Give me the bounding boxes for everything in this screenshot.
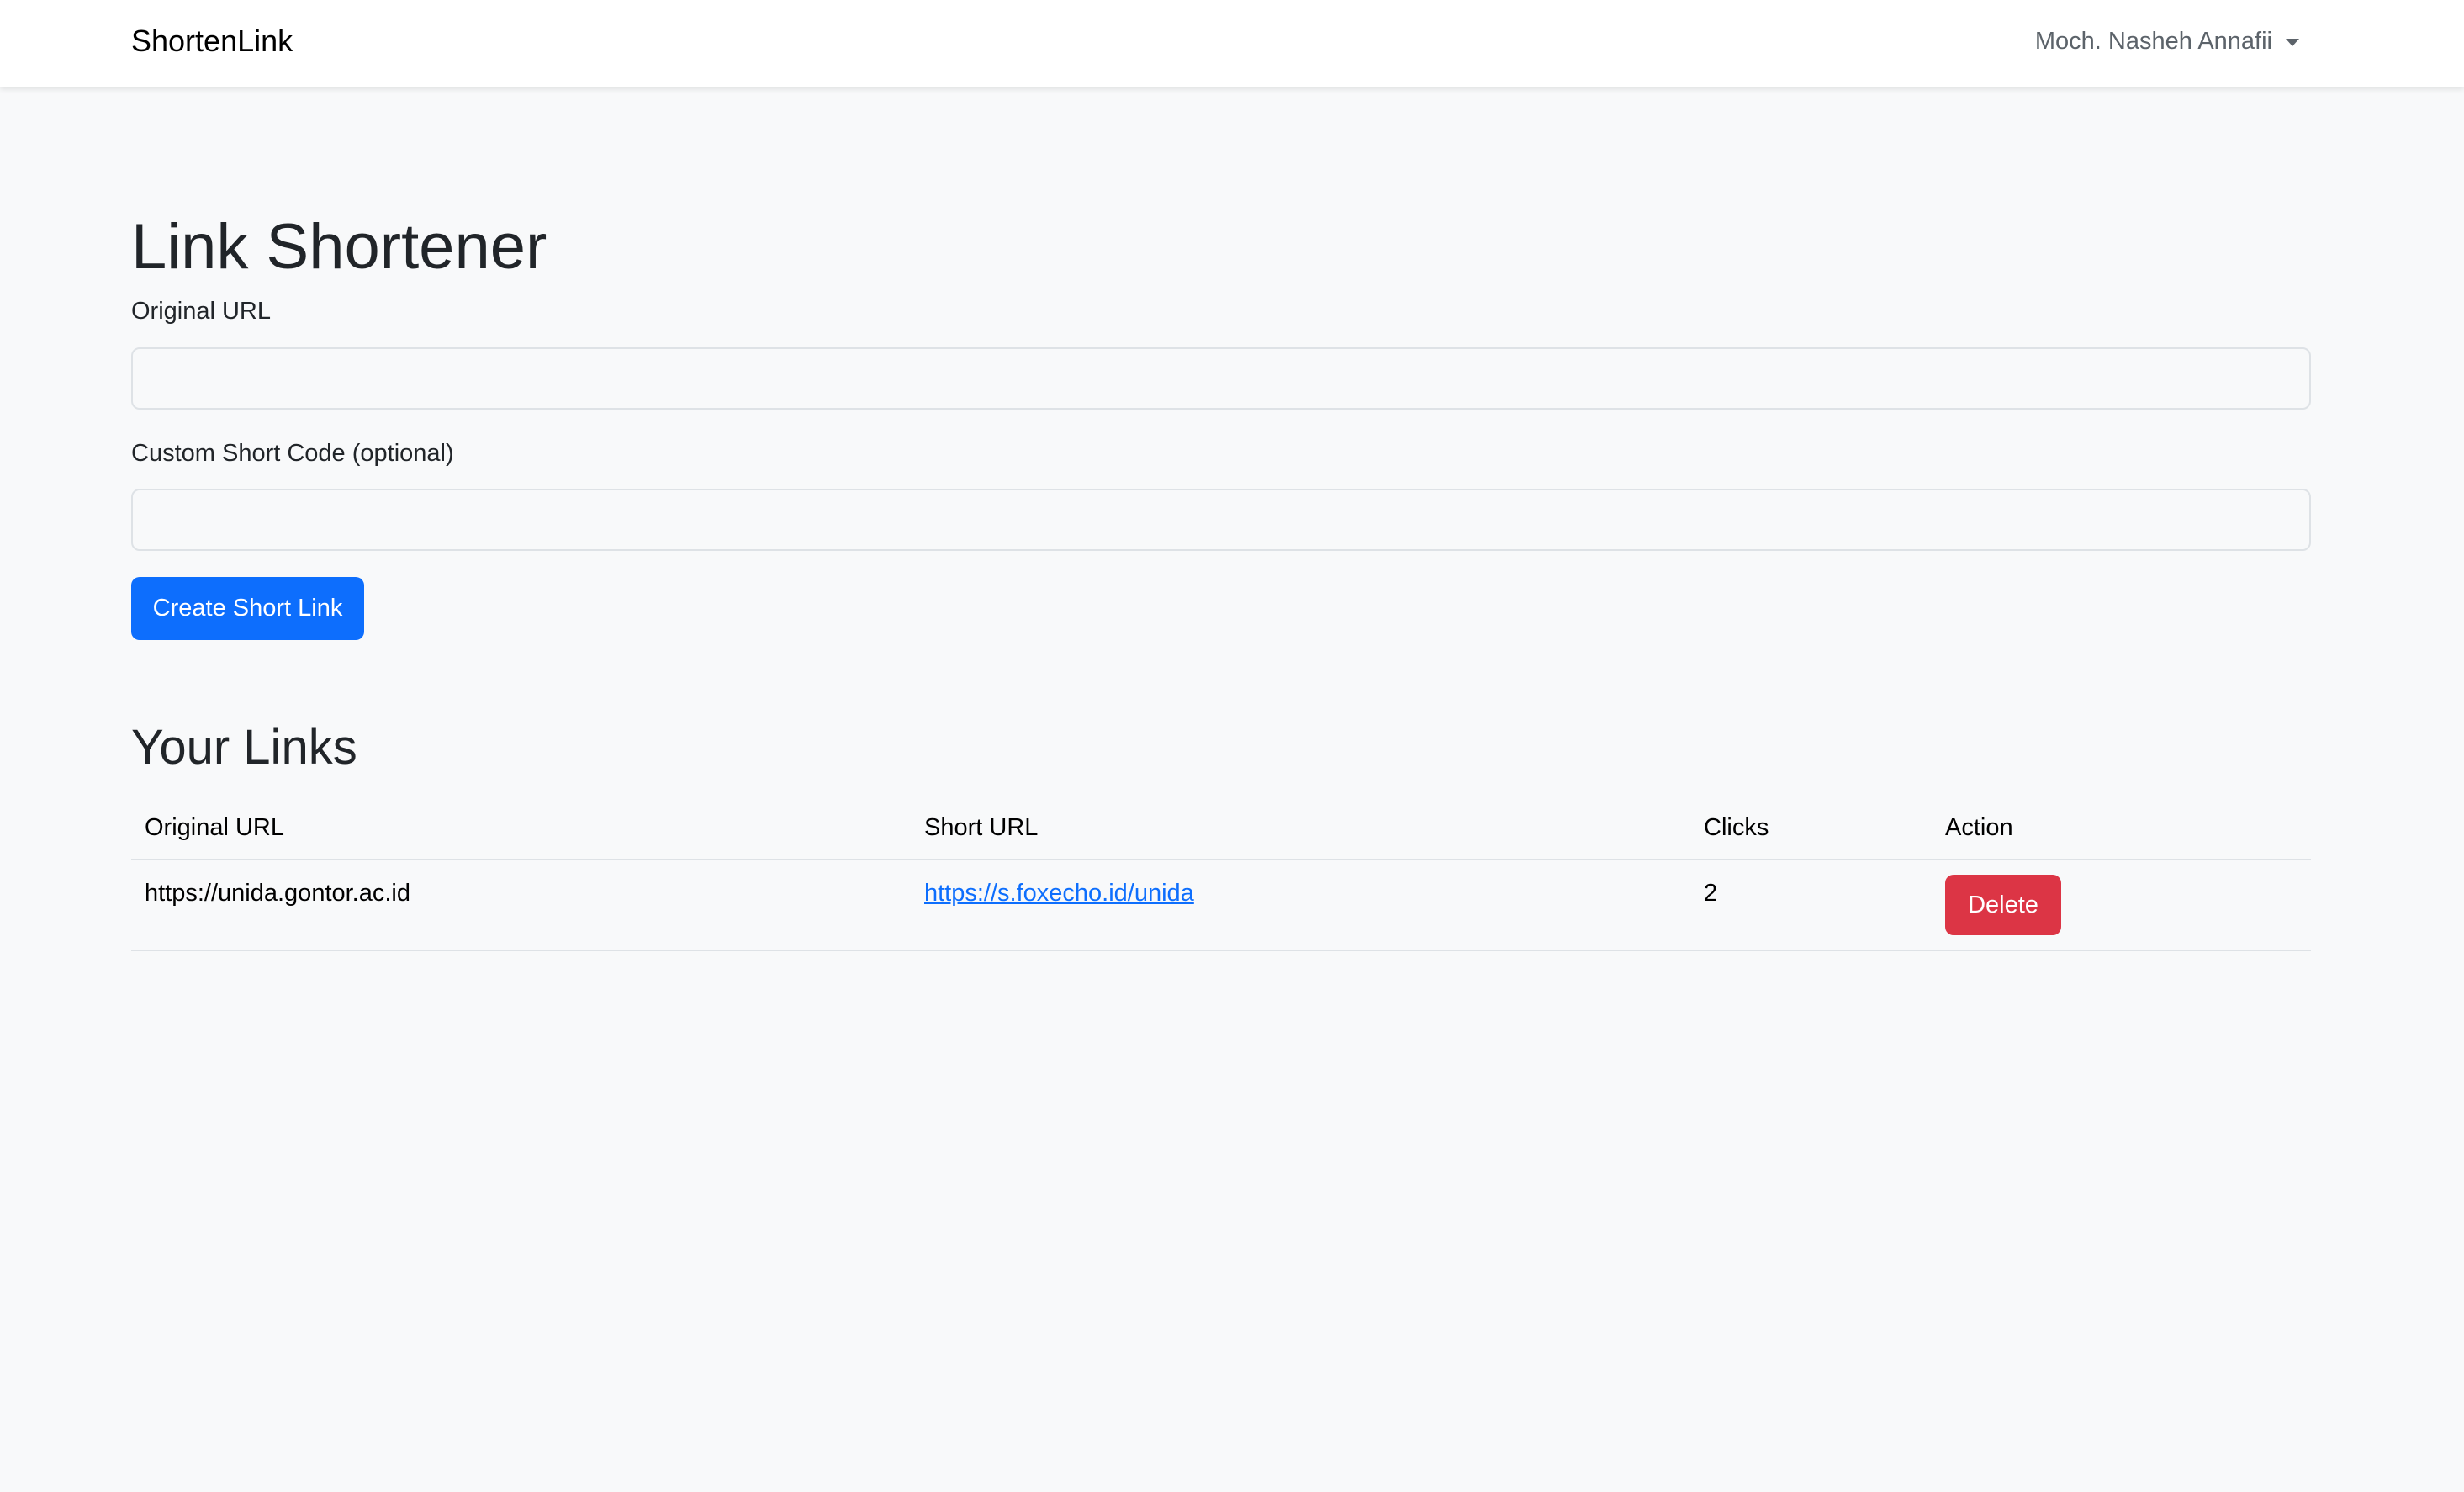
create-short-link-button[interactable]: Create Short Link <box>131 577 364 640</box>
column-header-short-url: Short URL <box>924 814 1039 841</box>
user-dropdown[interactable]: Moch. Nasheh Annafii <box>2035 20 2299 62</box>
chevron-down-icon <box>2286 38 2299 46</box>
original-url-label: Original URL <box>131 298 271 325</box>
table-header-row: Original URL Short URL Clicks Action <box>131 791 2311 860</box>
page-title: Link Shortener <box>131 211 547 283</box>
column-header-clicks: Clicks <box>1704 814 1769 841</box>
column-header-action: Action <box>1945 814 2013 841</box>
short-url-link[interactable]: https://s.foxecho.id/unida <box>924 876 1194 910</box>
custom-code-label: Custom Short Code (optional) <box>131 440 454 467</box>
original-url-input[interactable] <box>131 347 2311 410</box>
table-row: https://unida.gontor.ac.id https://s.fox… <box>131 860 2311 951</box>
clicks-count: 2 <box>1704 880 1718 907</box>
brand-logo[interactable]: ShortenLink <box>131 20 293 62</box>
top-navbar: ShortenLink Moch. Nasheh Annafii <box>0 0 2464 87</box>
original-url-cell: https://unida.gontor.ac.id <box>145 880 410 907</box>
column-header-original-url: Original URL <box>145 814 284 841</box>
your-links-title: Your Links <box>131 720 357 775</box>
delete-button[interactable]: Delete <box>1945 875 2061 935</box>
user-name: Moch. Nasheh Annafii <box>2034 27 2272 55</box>
custom-code-input[interactable] <box>131 489 2311 551</box>
links-table: Original URL Short URL Clicks Action htt… <box>131 791 2311 951</box>
